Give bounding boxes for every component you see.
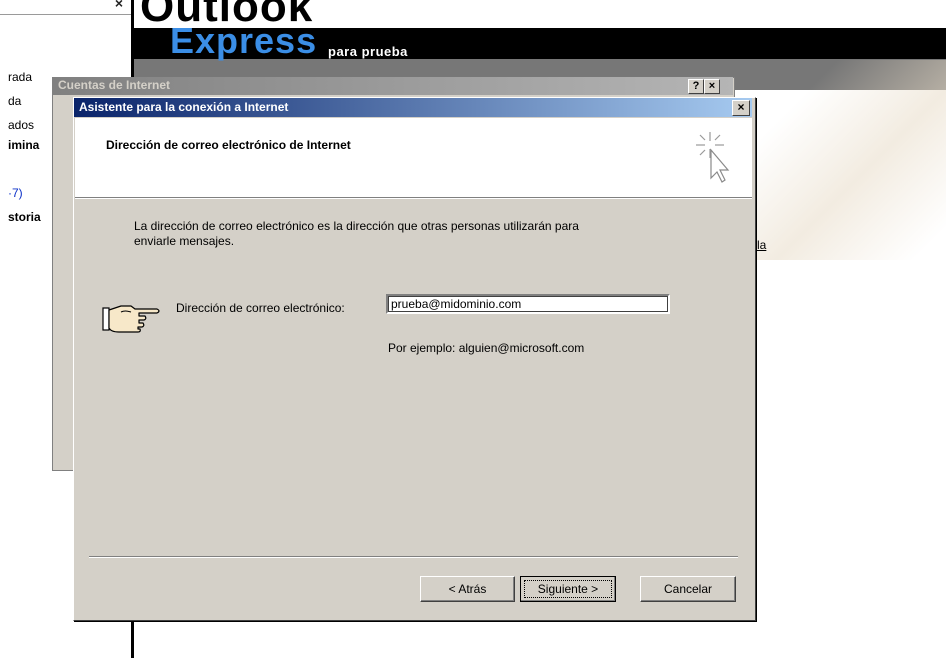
folder-pane-close-icon[interactable]: ×	[110, 0, 128, 11]
express-logo-text: Express	[170, 20, 318, 61]
email-example-text: Por ejemplo: alguien@microsoft.com	[388, 341, 585, 355]
wizard-header-divider	[75, 198, 752, 199]
pointing-hand-icon	[102, 305, 160, 333]
accounts-window-title: Cuentas de Internet	[58, 78, 171, 92]
accounts-close-button[interactable]: ×	[704, 79, 720, 94]
email-field[interactable]	[386, 294, 670, 314]
footer-separator-highlight	[89, 557, 738, 558]
wizard-title: Asistente para la conexión a Internet	[79, 100, 289, 114]
cancel-button[interactable]: Cancelar	[640, 576, 736, 602]
accounts-help-button[interactable]: ?	[688, 79, 704, 94]
folder-pane-text: rada	[8, 70, 33, 84]
cursor-sparkle-icon	[696, 132, 730, 183]
next-button[interactable]: Siguiente >	[520, 576, 616, 602]
logo-subtitle: para prueba	[328, 44, 408, 59]
background-link[interactable]: la	[757, 238, 766, 252]
wizard-description: La dirección de correo electrónico es la…	[134, 219, 579, 233]
wizard-header-panel	[75, 118, 752, 198]
wizard-description: enviarle mensajes.	[134, 234, 235, 248]
folder-pane-link[interactable]: ·7)	[8, 186, 23, 200]
folder-pane-text: imina	[8, 138, 40, 152]
folder-pane-text: da	[8, 94, 22, 108]
folder-pane-text: ados	[8, 118, 35, 132]
folder-pane-text: storia	[8, 210, 41, 224]
email-field-label: Dirección de correo electrónico:	[176, 301, 345, 315]
back-button[interactable]: < Atrás	[420, 576, 515, 602]
wizard-close-button[interactable]: ×	[732, 100, 750, 116]
wizard-page-heading: Dirección de correo electrónico de Inter…	[106, 138, 351, 152]
